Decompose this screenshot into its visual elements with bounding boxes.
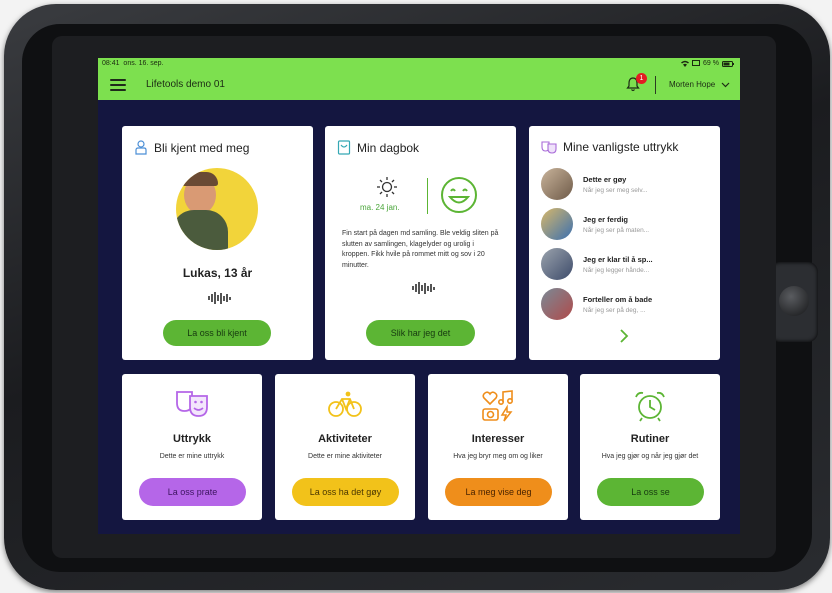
expression-item[interactable]: Forteller om å bade Når jeg ser på deg, .… <box>541 288 652 320</box>
status-date: ons. 16. sep. <box>123 60 164 67</box>
interests-tile: Interesser Hva jeg bryr meg om og liker … <box>428 374 568 520</box>
expression-thumbnail <box>541 208 573 240</box>
notification-badge: 1 <box>636 73 647 84</box>
app-title: Lifetools demo 01 <box>146 79 225 90</box>
profile-photo <box>176 168 258 250</box>
app-header: Lifetools demo 01 1 Morten Hope <box>98 70 740 100</box>
masks-icon <box>176 391 208 417</box>
tile-title: Aktiviteter <box>318 433 372 445</box>
masks-icon <box>541 140 557 154</box>
let-me-show-you-button[interactable]: La meg vise deg <box>445 478 552 506</box>
tile-subtitle: Dette er mine aktiviteter <box>308 453 382 460</box>
tile-title: Uttrykk <box>173 433 211 445</box>
battery-icon <box>722 60 734 67</box>
interests-icon <box>482 390 513 422</box>
diary-divider <box>427 178 428 214</box>
notifications-button[interactable]: 1 <box>626 73 647 93</box>
battery-percent: 69 % <box>703 60 719 67</box>
audio-icon[interactable] <box>208 291 231 305</box>
diary-card: Min dagbok ma. 24 jan. Fin start på dage… <box>325 126 516 360</box>
sun-icon <box>377 177 397 197</box>
happy-face-icon <box>441 177 477 213</box>
routines-tile: Rutiner Hva jeg gjør og når jeg gjør det… <box>580 374 720 520</box>
user-menu[interactable]: Morten Hope <box>669 80 730 89</box>
expression-thumbnail <box>541 248 573 280</box>
screen-mirror-icon <box>692 60 701 66</box>
expressions-tile: Uttrykk Dette er mine uttrykk La oss pra… <box>122 374 262 520</box>
tile-subtitle: Hva jeg bryr meg om og liker <box>453 453 543 460</box>
app-screen: 08:41 ons. 16. sep. 69 % Lifetools demo … <box>98 58 740 534</box>
expressions-card: Mine vanligste uttrykk Dette er gøy Når j… <box>529 126 720 360</box>
expression-item[interactable]: Jeg er klar til å sp... Når jeg legger hå… <box>541 248 653 280</box>
diary-date: ma. 24 jan. <box>360 203 400 212</box>
diary-audio-icon[interactable] <box>412 281 435 295</box>
tile-subtitle: Dette er mine uttrykk <box>159 453 225 460</box>
diary-text: Fin start på dagen md samling. Ble veldi… <box>342 230 499 269</box>
chevron-down-icon <box>721 82 730 87</box>
expression-thumbnail <box>541 168 573 200</box>
user-name: Morten Hope <box>669 80 716 89</box>
status-bar: 08:41 ons. 16. sep. 69 % <box>98 58 740 70</box>
about-me-title: Bli kjent med meg <box>154 140 250 155</box>
chevron-right-icon[interactable] <box>619 329 629 343</box>
tile-subtitle: Hva jeg gjør og når jeg gjør det <box>601 453 699 460</box>
about-me-card: Bli kjent med meg Lukas, 13 år La oss bl… <box>122 126 313 360</box>
expressions-title: Mine vanligste uttrykk <box>563 140 679 154</box>
activities-tile: Aktiviteter Dette er mine aktiviteter La… <box>275 374 415 520</box>
home-button[interactable] <box>770 262 818 342</box>
profile-name: Lukas, 13 år <box>182 266 253 280</box>
expression-thumbnail <box>541 288 573 320</box>
get-to-know-button[interactable]: La oss bli kjent <box>163 320 271 346</box>
tile-title: Interesser <box>471 433 525 445</box>
diary-book-icon <box>337 140 351 155</box>
lets-talk-button[interactable]: La oss prate <box>139 478 246 506</box>
header-divider <box>655 76 656 94</box>
menu-button[interactable] <box>110 79 126 91</box>
how-i-feel-button[interactable]: Slik har jeg det <box>366 320 475 346</box>
tile-title: Rutiner <box>630 433 670 445</box>
lets-have-fun-button[interactable]: La oss ha det gøy <box>292 478 399 506</box>
wifi-icon <box>681 60 690 67</box>
status-time: 08:41 <box>102 60 120 67</box>
person-icon <box>135 140 147 155</box>
expression-item[interactable]: Dette er gøy Når jeg ser meg selv... <box>541 168 648 200</box>
lets-see-button[interactable]: La oss se <box>597 478 704 506</box>
expression-item[interactable]: Jeg er ferdig Når jeg ser på maten... <box>541 208 649 240</box>
bicycle-icon <box>328 391 362 417</box>
alarm-clock-icon <box>635 391 665 422</box>
diary-title: Min dagbok <box>357 140 420 155</box>
